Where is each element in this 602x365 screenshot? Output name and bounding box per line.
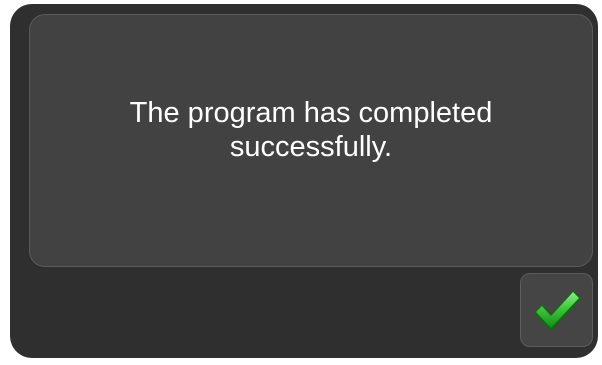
- ok-button[interactable]: [520, 273, 593, 347]
- completion-message: The program has completed successfully.: [129, 96, 493, 163]
- completion-dialog: The program has completed successfully.: [10, 4, 598, 358]
- message-panel: The program has completed successfully.: [29, 14, 593, 267]
- checkmark-icon: [532, 288, 582, 332]
